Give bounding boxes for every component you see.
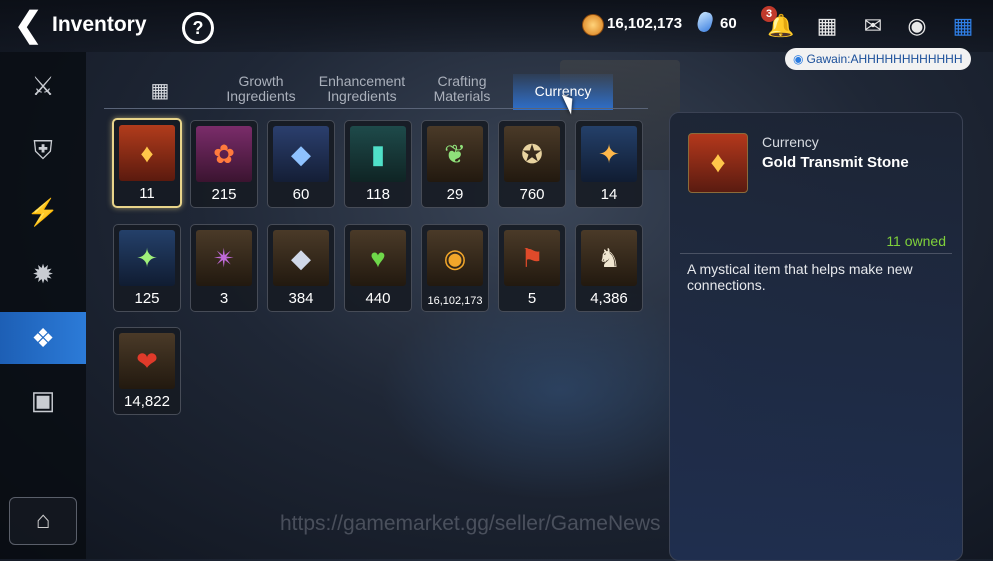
sidebar-item-materials[interactable]: ❖ [0, 312, 86, 364]
item-slot-purple-badge[interactable]: ✴ 3 [190, 224, 258, 312]
item-quantity: 4,386 [590, 290, 628, 307]
item-owned-count: 11 owned [886, 233, 946, 249]
item-slot-gold-transmit-stone[interactable]: ♦ 11 [112, 118, 182, 208]
shield-icon: ⛨ [33, 135, 53, 165]
gold-transmit-stone-icon: ♦ [119, 125, 175, 181]
item-slot-banner[interactable]: ⚑ 5 [498, 224, 566, 312]
gold-transmit-stone-icon: ♦ [688, 133, 748, 193]
materials-icon: ❖ [31, 323, 55, 353]
leaf-icon: ❦ [427, 126, 483, 182]
sidebar-item-equipment[interactable]: ⚔ [0, 60, 86, 112]
sidebar-item-monster[interactable]: ✹ [0, 248, 86, 300]
sidebar-item-artifacts[interactable]: ⛨ [0, 124, 86, 176]
chess-knight-icon: ♞ [581, 230, 637, 286]
item-quantity: 118 [366, 186, 390, 203]
tab-enhancement-ingredients[interactable]: Enhancement Ingredients [316, 74, 408, 108]
star-charm-icon: ✦ [581, 126, 637, 182]
gold-amount: 16,102,173 [607, 15, 683, 32]
chat-message-bubble[interactable]: ◉ Gawain:AHHHHHHHHHHHH [785, 48, 971, 70]
skystone-icon [695, 10, 715, 34]
gold-coin-icon: ◉ [427, 230, 483, 286]
skystone-amount: 60 [720, 15, 737, 32]
item-slot-blue-crystal[interactable]: ◆ 60 [267, 120, 335, 208]
item-quantity: 14 [600, 186, 618, 203]
chat-message: AHHHHHHHHHHHH [850, 52, 963, 66]
tab-all[interactable]: ▦ [142, 74, 178, 108]
item-category: Currency [762, 134, 819, 150]
item-quantity: 3 [219, 290, 229, 307]
team-icon[interactable]: ▦ [812, 11, 842, 41]
watermark-text: https://gamemarket.gg/seller/GameNews [280, 512, 661, 535]
sidebar-item-chest[interactable]: ▣ [0, 374, 86, 426]
gold-icon [582, 14, 604, 36]
mail-icon[interactable]: ✉ [858, 11, 888, 41]
help-button[interactable]: ? [182, 12, 214, 44]
storage-icon: ⌂ [35, 507, 51, 534]
charm-icon: ✿ [196, 126, 252, 182]
lightning-icon: ⚡ [26, 197, 60, 227]
tab-crafting-materials[interactable]: Crafting Materials [422, 74, 502, 108]
item-quantity: 384 [288, 290, 314, 307]
banner-icon: ⚑ [504, 230, 560, 286]
item-slot-red-mask[interactable]: ❤ 14,822 [113, 327, 181, 415]
item-quantity: 11 [139, 185, 155, 202]
item-slot-leaf[interactable]: ❦ 29 [421, 120, 489, 208]
chest-icon: ▣ [30, 385, 56, 415]
purple-badge-icon: ✴ [196, 230, 252, 286]
tab-growth-ingredients[interactable]: Growth Ingredients [216, 74, 306, 108]
monster-icon: ✹ [32, 259, 54, 289]
item-slot-gold-coin[interactable]: ◉ 16,102,173 [421, 224, 489, 312]
page-title: Inventory [52, 13, 147, 36]
item-slot-charm[interactable]: ✿ 215 [190, 120, 258, 208]
silver-crystal-icon: ◆ [273, 230, 329, 286]
chat-sender: Gawain [806, 52, 848, 66]
item-detail-panel: ♦ Currency Gold Transmit Stone 11 owned … [669, 112, 963, 561]
teal-crystal-icon: ▮ [350, 126, 406, 182]
item-slot-star-charm[interactable]: ✦ 14 [575, 120, 643, 208]
tab-divider [104, 108, 648, 109]
red-mask-icon: ❤ [119, 333, 175, 389]
item-quantity: 760 [519, 186, 545, 203]
compass-coin-icon: ✪ [504, 126, 560, 182]
sidebar: ⚔ ⛨ ⚡ ✹ ❖ ▣ [0, 52, 86, 559]
sword-shield-icon: ⚔ [31, 71, 55, 101]
grid-icon: ▦ [150, 80, 170, 102]
item-quantity: 16,102,173 [427, 295, 483, 307]
item-slot-chess-knight[interactable]: ♞ 4,386 [575, 224, 643, 312]
item-slot-compass-coin[interactable]: ✪ 760 [498, 120, 566, 208]
tab-currency[interactable]: Currency [513, 74, 613, 110]
top-bar: ❮ Inventory ? 16,102,173 60 🔔 3 ▦ ✉ ◉ ▦ [0, 0, 993, 52]
item-quantity: 29 [446, 186, 464, 203]
item-quantity: 60 [292, 186, 310, 203]
notification-badge: 3 [761, 6, 777, 22]
blue-crystal-icon: ◆ [273, 126, 329, 182]
menu-grid-icon[interactable]: ▦ [948, 11, 978, 41]
item-quantity: 440 [365, 290, 391, 307]
item-quantity: 14,822 [124, 393, 170, 410]
item-name: Gold Transmit Stone [762, 154, 909, 171]
sidebar-item-skill[interactable]: ⚡ [0, 186, 86, 238]
storage-button[interactable]: ⌂ [9, 497, 77, 545]
item-slot-silver-crystal[interactable]: ◆ 384 [267, 224, 335, 312]
item-slot-teal-crystal[interactable]: ▮ 118 [344, 120, 412, 208]
item-quantity: 215 [211, 186, 237, 203]
item-slot-green-heart[interactable]: ♥ 440 [344, 224, 412, 312]
item-slot-green-star-charm[interactable]: ✦ 125 [113, 224, 181, 312]
chat-icon[interactable]: ◉ [902, 11, 932, 41]
item-description: A mystical item that helps make new conn… [687, 261, 913, 293]
item-quantity: 125 [134, 290, 160, 307]
green-star-charm-icon: ✦ [119, 230, 175, 286]
chevron-left-icon[interactable]: ❮ [14, 8, 44, 44]
detail-divider [680, 253, 952, 254]
item-quantity: 5 [527, 290, 537, 307]
speech-bubble-icon: ◉ [793, 52, 804, 66]
green-heart-icon: ♥ [350, 230, 406, 286]
